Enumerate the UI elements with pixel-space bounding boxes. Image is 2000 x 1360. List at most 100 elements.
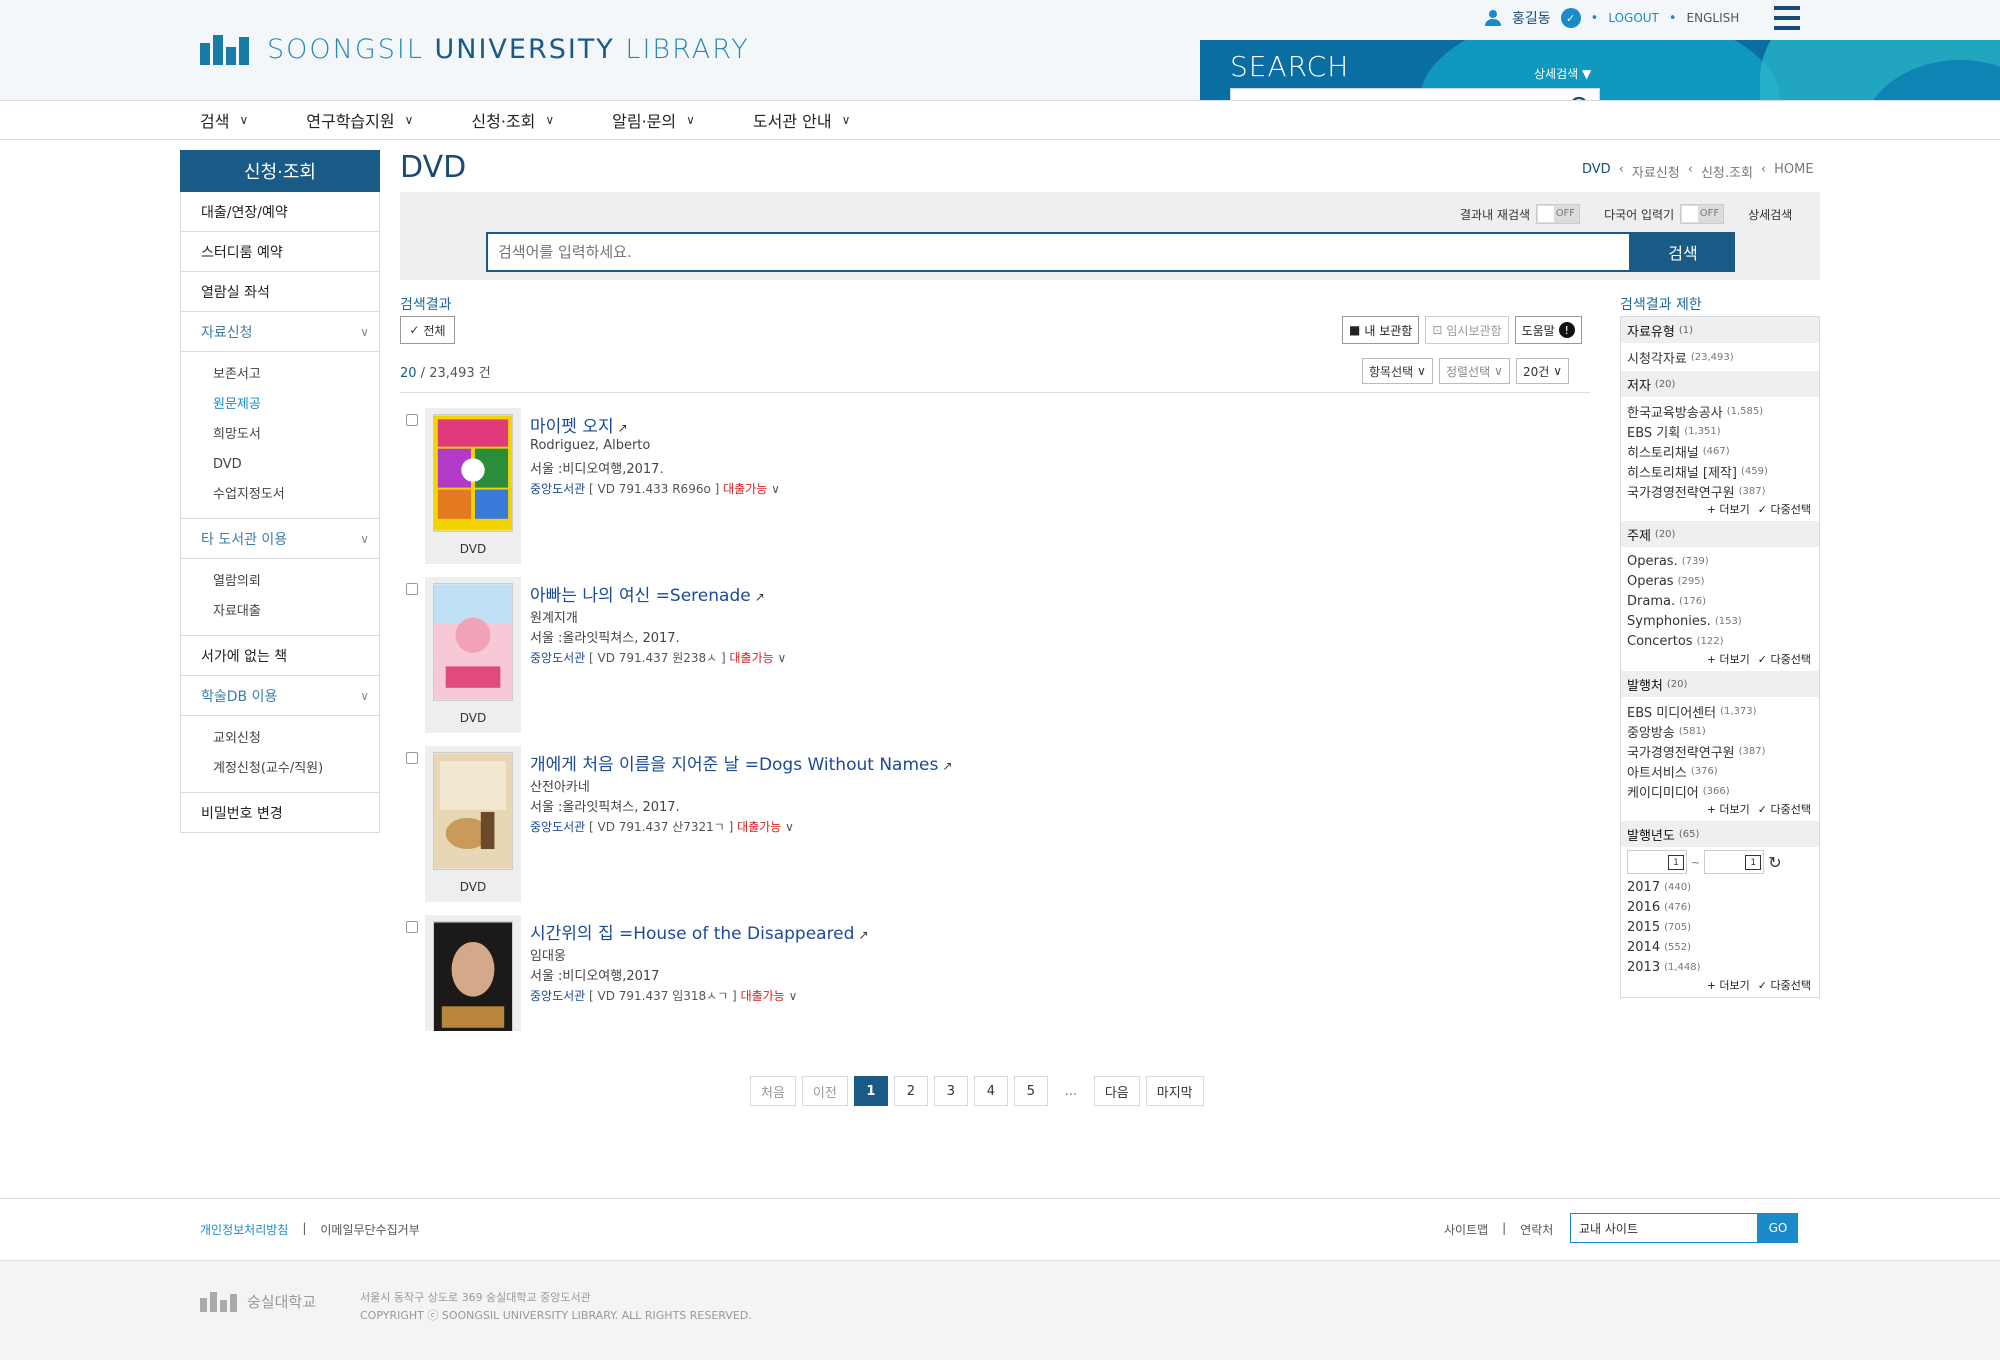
more-link[interactable]: + 더보기 [1707,501,1750,521]
multi-select-link[interactable]: ✓ 다중선택 [1758,651,1811,671]
multilang-toggle[interactable]: OFF [1680,204,1725,224]
facet-option[interactable]: Concertos (122) [1621,631,1819,651]
sidebar-item-studyroom[interactable]: 스터디룸 예약 [180,232,380,272]
rescan-toggle[interactable]: OFF [1536,204,1581,224]
sitemap-link[interactable]: 사이트맵 [1444,1221,1488,1238]
sidebar-sub-storage[interactable]: 보존서고 [213,360,379,390]
page-number[interactable]: 3 [933,1076,968,1106]
page-last[interactable]: 마지막 [1145,1076,1204,1106]
result-title[interactable]: 마이펫 오지 ↗ [530,412,628,437]
breadcrumb-item[interactable]: 자료신청 [1632,162,1680,181]
year-from-input[interactable]: 1 [1627,850,1687,874]
library-logo[interactable]: SOONGSIL UNIVERSITY LIBRARY [200,34,750,65]
sidebar-item-other-library[interactable]: 타 도서관 이용 ∨ [180,519,380,559]
multi-select-link[interactable]: ✓ 다중선택 [1758,977,1811,997]
nav-search[interactable]: 검색 ∨ [200,108,248,132]
result-checkbox[interactable] [406,752,418,764]
facet-option[interactable]: EBS 기획 (1,351) [1621,421,1819,441]
more-link[interactable]: + 더보기 [1707,977,1750,997]
result-holding[interactable]: 중앙도서관 [ VD 791.437 원238ㅅ ] 대출가능 ∨ [530,649,786,666]
sidebar-sub-account[interactable]: 계정신청(교수/직원) [213,754,379,784]
refresh-icon[interactable]: ↻ [1768,853,1781,872]
result-thumbnail[interactable] [425,915,521,1031]
sidebar-item-academic-db[interactable]: 학술DB 이용 ∨ [180,676,380,716]
result-checkbox[interactable] [406,414,418,426]
search-button[interactable]: 검색 [1631,232,1735,272]
external-link-icon[interactable]: ↗ [618,421,628,435]
page-first[interactable]: 처음 [750,1076,796,1106]
more-link[interactable]: + 더보기 [1707,651,1750,671]
nav-research-support[interactable]: 연구학습지원 ∨ [306,108,413,132]
result-thumbnail[interactable]: DVD [425,746,521,902]
facet-option[interactable]: Drama. (176) [1621,591,1819,611]
result-holding[interactable]: 중앙도서관 [ VD 791.437 임318ㅅㄱ ] 대출가능 ∨ [530,987,797,1004]
user-menu-chevron-icon[interactable]: ✓ [1560,8,1581,28]
facet-option[interactable]: Symphonies. (153) [1621,611,1819,631]
sidebar-sub-course-reserve[interactable]: 수업지정도서 [213,480,379,510]
result-checkbox[interactable] [406,583,418,595]
facet-option[interactable]: 히스토리채널 (467) [1621,441,1819,461]
privacy-link[interactable]: 개인정보처리방침 [200,1221,288,1238]
sidebar-sub-offcampus[interactable]: 교외신청 [213,724,379,754]
sidebar-sub-material-loan[interactable]: 자료대출 [213,597,379,627]
facet-option[interactable]: 시청각자료 (23,493) [1621,347,1819,367]
nav-notice[interactable]: 알림·문의 ∨ [612,108,695,132]
site-select[interactable] [1570,1213,1758,1243]
facet-option[interactable]: 히스토리채널 [제작] (459) [1621,461,1819,481]
contact-link[interactable]: 연락처 [1520,1221,1553,1238]
detail-search-link[interactable]: 상세검색 [1748,206,1792,223]
breadcrumb-item[interactable]: HOME [1774,162,1813,181]
external-link-icon[interactable]: ↗ [858,928,868,942]
result-checkbox[interactable] [406,921,418,933]
facet-option[interactable]: 한국교육방송공사 (1,585) [1621,401,1819,421]
go-button[interactable]: GO [1758,1213,1798,1243]
calendar-icon[interactable]: 1 [1668,855,1684,870]
page-next[interactable]: 다음 [1093,1076,1140,1106]
result-holding[interactable]: 중앙도서관 [ VD 791.433 R696o ] 대출가능 ∨ [530,480,780,497]
field-select[interactable]: 항목선택 ∨ [1362,358,1433,384]
english-link[interactable]: ENGLISH [1687,11,1740,25]
result-title[interactable]: 아빠는 나의 여신 =Serenade ↗ [530,581,765,606]
facet-option[interactable]: 2013 (1,448) [1621,957,1819,977]
sidebar-item-missing-book[interactable]: 서가에 없는 책 [180,636,380,676]
calendar-icon[interactable]: 1 [1745,855,1762,870]
facet-option[interactable]: 2016 (476) [1621,897,1819,917]
email-policy-link[interactable]: 이메일무단수집거부 [320,1221,419,1238]
facet-option[interactable]: Operas (295) [1621,571,1819,591]
page-prev[interactable]: 이전 [801,1076,848,1106]
sidebar-item-reading-seat[interactable]: 열람실 좌석 [180,272,380,312]
sidebar-item-password[interactable]: 비밀번호 변경 [180,793,380,833]
sidebar-sub-fulltext[interactable]: 원문제공 [213,390,379,420]
result-holding[interactable]: 중앙도서관 [ VD 791.437 산7321ㄱ ] 대출가능 ∨ [530,818,794,835]
result-thumbnail[interactable]: DVD [425,577,521,733]
user-name[interactable]: 홍길동 [1512,8,1551,28]
result-thumbnail[interactable]: DVD [425,408,521,564]
page-number[interactable]: 2 [893,1076,928,1106]
nav-request[interactable]: 신청·조회 ∨ [471,108,554,132]
facet-option[interactable]: 2014 (552) [1621,937,1819,957]
my-box-button[interactable]: ■ 내 보관함 [1342,316,1420,344]
more-link[interactable]: + 더보기 [1707,801,1750,821]
nav-library-info[interactable]: 도서관 안내 ∨ [753,108,850,132]
advanced-search-link[interactable]: 상세검색 ▼ [1534,65,1591,82]
temp-box-button[interactable]: ⊡ 임시보관함 [1425,316,1509,344]
sidebar-sub-dvd[interactable]: DVD [213,450,379,480]
facet-option[interactable]: 2017 (440) [1621,877,1819,897]
page-number[interactable]: 5 [1013,1076,1048,1106]
page-size-select[interactable]: 20건 ∨ [1515,358,1570,384]
facet-option[interactable]: EBS 미디어센터 (1,373) [1621,701,1819,721]
page-number[interactable]: 1 [853,1076,888,1106]
logout-link[interactable]: LOGOUT [1608,11,1659,25]
result-title[interactable]: 시간위의 집 =House of the Disappeared ↗ [530,919,869,944]
multi-select-link[interactable]: ✓ 다중선택 [1758,801,1811,821]
facet-option[interactable]: 중앙방송 (581) [1621,721,1819,741]
external-link-icon[interactable]: ↗ [942,759,952,773]
sort-select[interactable]: 정렬선택 ∨ [1438,358,1510,384]
facet-option[interactable]: 국가경영전략연구원 (387) [1621,481,1819,501]
sidebar-sub-wishbook[interactable]: 희망도서 [213,420,379,450]
facet-option[interactable]: Operas. (739) [1621,551,1819,571]
external-link-icon[interactable]: ↗ [755,590,765,604]
hamburger-menu-icon[interactable] [1774,6,1800,30]
facet-option[interactable]: 케이디미디어 (366) [1621,781,1819,801]
help-button[interactable]: 도움말! [1514,316,1582,344]
